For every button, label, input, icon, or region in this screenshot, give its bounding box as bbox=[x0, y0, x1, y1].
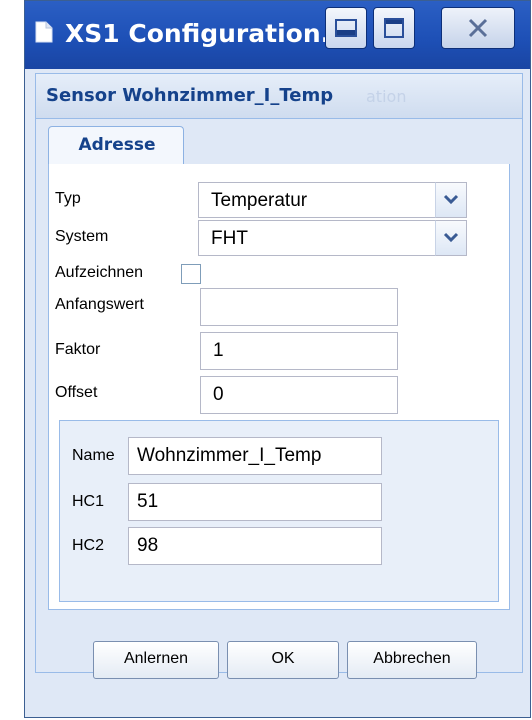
panel-header: Sensor Wohnzimmer_I_Temp ation bbox=[36, 74, 522, 119]
panel-title: Sensor Wohnzimmer_I_Temp bbox=[46, 85, 334, 106]
tab-adresse[interactable]: Adresse bbox=[48, 126, 184, 164]
anfangswert-label: Anfangswert bbox=[55, 296, 144, 313]
aufzeichnen-checkbox[interactable] bbox=[181, 264, 201, 284]
abbrechen-button[interactable]: Abbrechen bbox=[347, 641, 477, 679]
typ-combo[interactable]: Temperatur bbox=[198, 182, 436, 218]
ok-button[interactable]: OK bbox=[227, 641, 339, 679]
hc2-label: HC2 bbox=[72, 537, 105, 554]
hc1-label: HC1 bbox=[72, 493, 105, 510]
offset-label: Offset bbox=[55, 384, 98, 401]
tab-label: Adresse bbox=[78, 135, 156, 155]
faktor-field[interactable]: 1 bbox=[200, 332, 398, 370]
window-title: XS1 Configuration... bbox=[65, 19, 350, 48]
minimize-button[interactable] bbox=[325, 7, 367, 49]
system-dropdown-button[interactable] bbox=[435, 220, 467, 256]
sensor-panel: Sensor Wohnzimmer_I_Temp ation Adresse T… bbox=[35, 73, 523, 673]
faktor-label: Faktor bbox=[55, 341, 101, 358]
name-label: Name bbox=[72, 447, 115, 464]
address-fieldset: Name Wohnzimmer_I_Temp HC1 51 HC2 98 bbox=[59, 420, 499, 602]
anfangswert-field[interactable] bbox=[200, 288, 398, 326]
name-field[interactable]: Wohnzimmer_I_Temp bbox=[128, 437, 382, 475]
hc2-field[interactable]: 98 bbox=[128, 527, 382, 565]
form-body: Typ Temperatur System FHT Aufzeichnen An… bbox=[48, 164, 510, 610]
tab-strip: Adresse bbox=[48, 122, 510, 165]
title-bar[interactable]: XS1 Configuration... bbox=[25, 1, 530, 69]
aufzeichnen-label: Aufzeichnen bbox=[55, 264, 144, 281]
hc1-field[interactable]: 51 bbox=[128, 483, 382, 521]
close-button[interactable] bbox=[441, 7, 515, 49]
panel-ghost-text: ation bbox=[366, 87, 407, 106]
offset-field[interactable]: 0 bbox=[200, 376, 398, 414]
system-combo[interactable]: FHT bbox=[198, 220, 436, 256]
system-label: System bbox=[55, 228, 109, 245]
typ-dropdown-button[interactable] bbox=[435, 182, 467, 218]
document-icon bbox=[35, 21, 53, 43]
typ-label: Typ bbox=[55, 190, 81, 207]
anlernen-button[interactable]: Anlernen bbox=[93, 641, 219, 679]
config-window: XS1 Configuration... Sensor Wohnzimmer_I… bbox=[24, 0, 531, 718]
maximize-button[interactable] bbox=[373, 7, 415, 49]
